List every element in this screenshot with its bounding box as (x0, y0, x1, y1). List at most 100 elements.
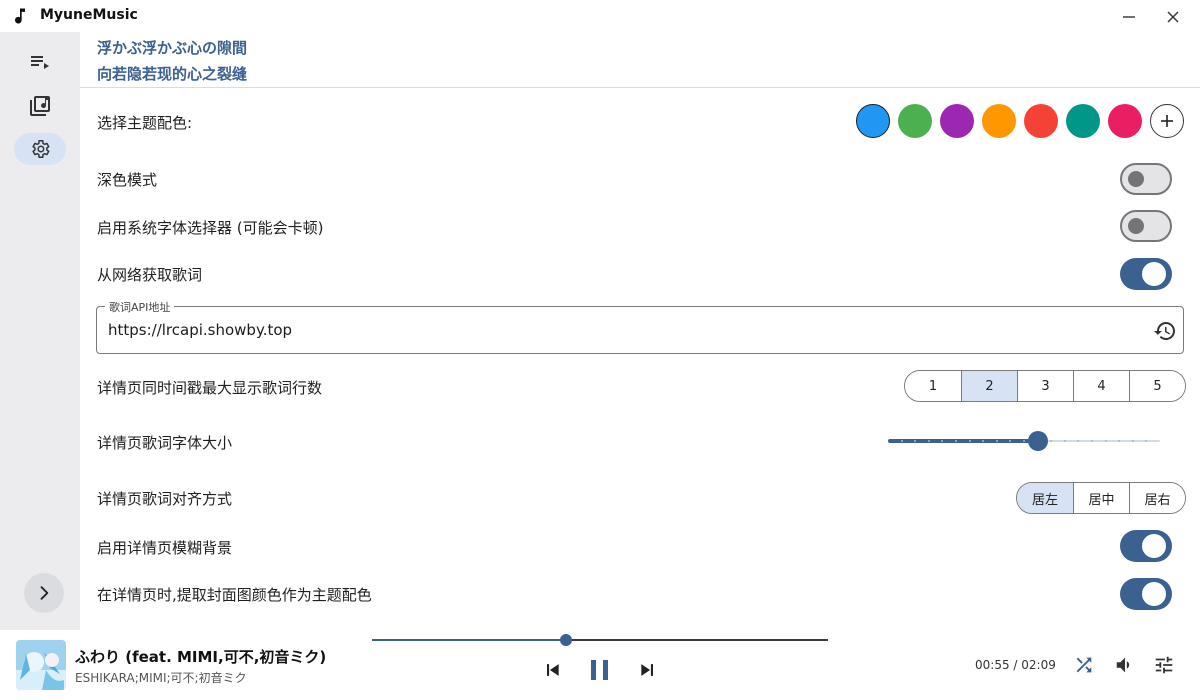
sidebar-item-library[interactable] (14, 90, 66, 122)
plus-icon (1161, 115, 1173, 127)
slider-tick (1077, 440, 1079, 442)
playlist-icon (31, 56, 49, 69)
sidebar-item-playlist[interactable] (14, 46, 66, 78)
slider-tick (1118, 440, 1120, 442)
skip-next-icon (641, 664, 653, 676)
max-lines-option[interactable]: 4 (1073, 371, 1129, 401)
slider-tick (941, 440, 943, 442)
previous-button[interactable] (540, 658, 564, 682)
cover-color-toggle[interactable] (1120, 578, 1172, 610)
player-bar: ふわり (feat. MIMI,可不,初音ミク) ESHIKARA;MIMI;可… (0, 630, 1200, 700)
skip-previous-icon (547, 664, 559, 676)
net-lyrics-toggle[interactable] (1120, 258, 1172, 290)
dark-mode-toggle[interactable] (1120, 163, 1172, 195)
color-swatch[interactable] (940, 104, 974, 138)
song-title: ふわり (feat. MIMI,可不,初音ミク) (75, 648, 327, 666)
slider-tick (982, 440, 984, 442)
progress-remaining (566, 639, 828, 641)
lyrics-api-label: 歌词API地址 (105, 299, 175, 315)
progress-thumb[interactable] (560, 634, 572, 646)
equalizer-icon (1155, 656, 1173, 674)
color-swatch[interactable] (982, 104, 1016, 138)
slider-tick (1023, 440, 1025, 442)
settings-icon (32, 140, 50, 158)
system-font-label: 启用系统字体选择器 (可能会卡顿) (97, 219, 324, 237)
align-option[interactable]: 居右 (1129, 483, 1185, 513)
toggle-knob (1142, 262, 1166, 286)
color-swatch[interactable] (1108, 104, 1142, 138)
font-size-label: 详情页歌词字体大小 (97, 434, 233, 452)
align-segmented: 居左 居中 居右 (1016, 482, 1186, 514)
music-library-icon (30, 96, 50, 116)
playback-time: 00:55 / 02:09 (975, 658, 1056, 672)
theme-color-label: 选择主题配色: (97, 114, 193, 132)
dark-mode-label: 深色模式 (97, 171, 158, 189)
history-icon[interactable] (1153, 319, 1177, 343)
align-option[interactable]: 居左 (1017, 483, 1073, 513)
lyrics-api-field[interactable]: 歌词API地址 https://lrcapi.showby.top (96, 299, 1184, 354)
color-swatch[interactable] (856, 104, 890, 138)
max-lines-option[interactable]: 2 (961, 371, 1017, 401)
cover-color-label: 在详情页时,提取封面图颜色作为主题配色 (97, 586, 372, 604)
toggle-knob (1142, 534, 1166, 558)
lyric-line-original: 浮かぶ浮かぶ心の隙間 (97, 39, 248, 57)
lyrics-header: 浮かぶ浮かぶ心の隙間 向若隐若现的心之裂缝 (80, 32, 1200, 88)
net-lyrics-label: 从网络获取歌词 (97, 266, 203, 284)
align-label: 详情页歌词对齐方式 (97, 490, 233, 508)
minimize-icon[interactable] (1118, 6, 1140, 28)
close-icon[interactable] (1162, 6, 1184, 28)
lyrics-api-input[interactable]: https://lrcapi.showby.top (108, 321, 292, 339)
align-option[interactable]: 居中 (1073, 483, 1129, 513)
equalizer-button[interactable] (1152, 653, 1176, 677)
blur-bg-toggle[interactable] (1120, 530, 1172, 562)
color-swatch[interactable] (1024, 104, 1058, 138)
slider-tick (1050, 440, 1052, 442)
max-lines-label: 详情页同时间戳最大显示歌词行数 (97, 379, 323, 397)
toggle-knob (1128, 171, 1144, 187)
system-font-toggle[interactable] (1120, 210, 1172, 242)
color-swatch[interactable] (898, 104, 932, 138)
blur-bg-label: 启用详情页模糊背景 (97, 539, 233, 557)
slider-tick (901, 440, 903, 442)
chevron-right-icon (40, 586, 49, 600)
progress-played (372, 639, 566, 641)
slider-tick (914, 440, 916, 442)
max-lines-option[interactable]: 5 (1129, 371, 1185, 401)
max-lines-option[interactable]: 3 (1017, 371, 1073, 401)
max-lines-segmented: 12345 (904, 370, 1186, 402)
pause-button[interactable] (586, 656, 614, 684)
add-color-button[interactable] (1150, 104, 1184, 138)
playback-progress-slider[interactable] (372, 634, 828, 646)
slider-tick (1064, 440, 1066, 442)
album-cover[interactable] (16, 640, 66, 690)
volume-button[interactable] (1113, 653, 1137, 677)
music-note-icon (15, 8, 25, 24)
slider-track-inactive (1038, 440, 1160, 442)
color-swatch[interactable] (1066, 104, 1100, 138)
toggle-knob (1142, 582, 1166, 606)
shuffle-button[interactable] (1072, 653, 1096, 677)
next-button[interactable] (636, 658, 660, 682)
slider-tick (1091, 440, 1093, 442)
slider-tick (969, 440, 971, 442)
slider-tick (1009, 440, 1011, 442)
app-title: MyuneMusic (40, 7, 138, 23)
font-size-slider[interactable] (888, 431, 1160, 451)
sidebar-item-settings[interactable] (14, 133, 66, 165)
slider-tick (955, 440, 957, 442)
slider-tick (928, 440, 930, 442)
expand-sidebar-button[interactable] (24, 573, 64, 613)
max-lines-option[interactable]: 1 (905, 371, 961, 401)
slider-track-active (888, 439, 1038, 443)
song-artist: ESHIKARA;MIMI;可不;初音ミク (75, 671, 247, 685)
pause-icon (591, 660, 608, 680)
slider-tick (1132, 440, 1134, 442)
volume-icon (1116, 657, 1130, 673)
slider-tick (1105, 440, 1107, 442)
shuffle-icon (1076, 657, 1092, 673)
title-bar: MyuneMusic (0, 0, 1200, 32)
sidebar (0, 32, 80, 630)
slider-thumb[interactable] (1028, 431, 1048, 451)
album-art-image (16, 640, 66, 690)
toggle-knob (1128, 218, 1144, 234)
